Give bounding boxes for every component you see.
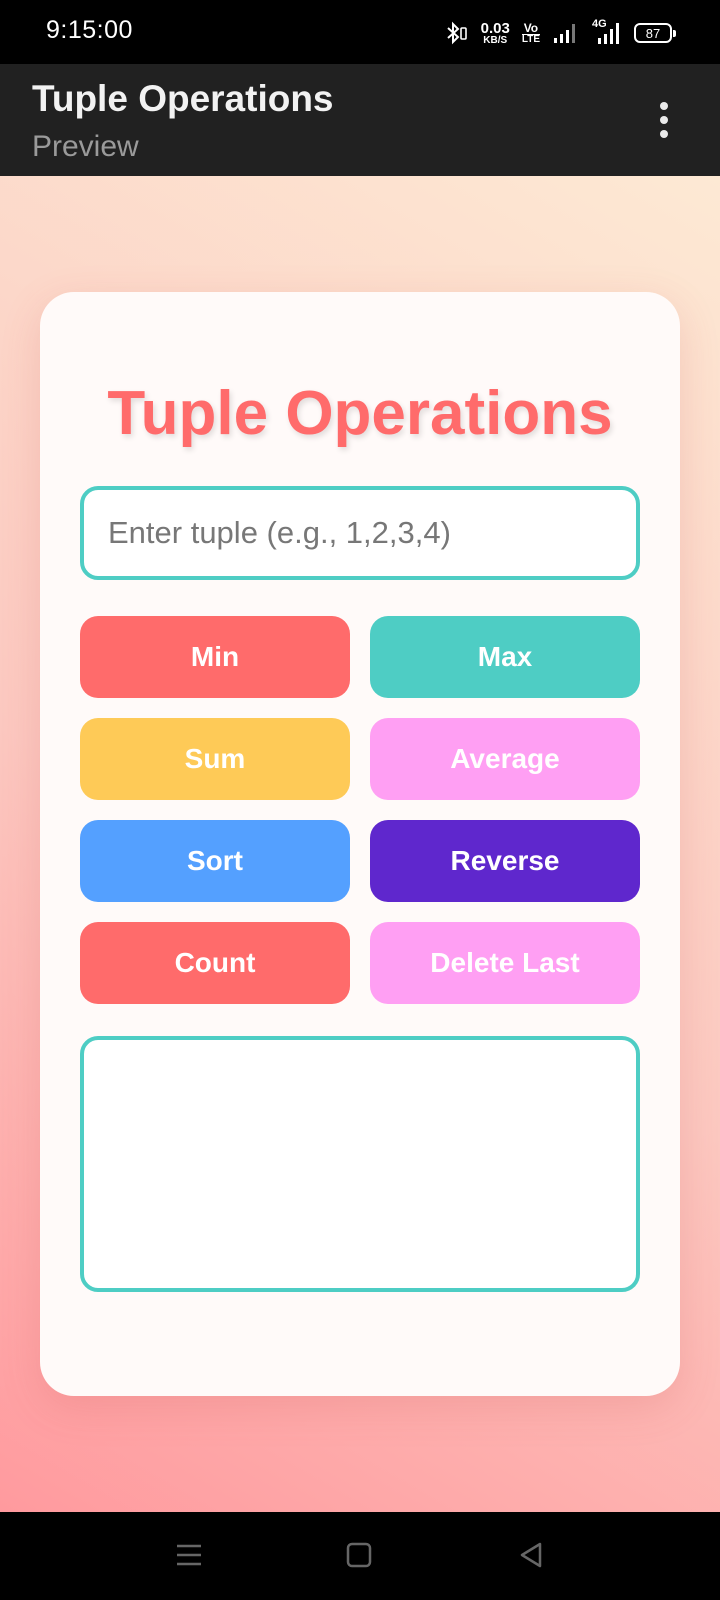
card-title: Tuple Operations [107,379,613,448]
battery-level: 87 [645,25,661,41]
web-content: Tuple Operations Min Max Sum Average Sor… [0,176,720,1512]
sum-button[interactable]: Sum [80,718,350,800]
status-bar: 9:15:00 0.03 KB/S Vo LTE 4G 87 [0,0,720,64]
app-subtitle: Preview [32,130,139,163]
back-icon[interactable] [516,1540,546,1570]
signal-icon [554,24,575,43]
battery-icon: 87 [634,23,676,43]
app-title: Tuple Operations [32,78,334,119]
more-vertical-icon[interactable] [658,102,670,138]
signal-4g-icon: 4G [590,18,622,46]
menu-dot [660,102,668,110]
min-button[interactable]: Min [80,616,350,698]
delete-last-button[interactable]: Delete Last [370,922,640,1004]
navigation-bar [0,1512,720,1600]
net-speed-unit: KB/S [483,34,508,46]
volte-indicator: Vo LTE [521,20,540,45]
menu-icon[interactable] [174,1540,204,1570]
menu-dot [660,130,668,138]
operations-card: Tuple Operations Min Max Sum Average Sor… [40,292,680,1396]
operation-buttons: Min Max Sum Average Sort Reverse Count D… [80,616,640,1004]
volte-top: Vo [523,20,539,35]
result-output [80,1036,640,1292]
app-bar: Tuple Operations Preview [0,64,720,176]
net-speed: 0.03 KB/S [481,21,510,46]
volte-bottom: LTE [521,33,540,45]
max-button[interactable]: Max [370,616,640,698]
bluetooth-icon [446,21,467,45]
net-speed-value: 0.03 [480,19,510,37]
count-button[interactable]: Count [80,922,350,1004]
tuple-input[interactable] [80,486,640,580]
network-type: 4G [592,18,607,30]
reverse-button[interactable]: Reverse [370,820,640,902]
home-icon[interactable] [344,1540,374,1570]
status-icons: 0.03 KB/S Vo LTE 4G 87 [443,18,676,48]
status-time: 9:15:00 [46,16,133,44]
average-button[interactable]: Average [370,718,640,800]
menu-dot [660,116,668,124]
sort-button[interactable]: Sort [80,820,350,902]
